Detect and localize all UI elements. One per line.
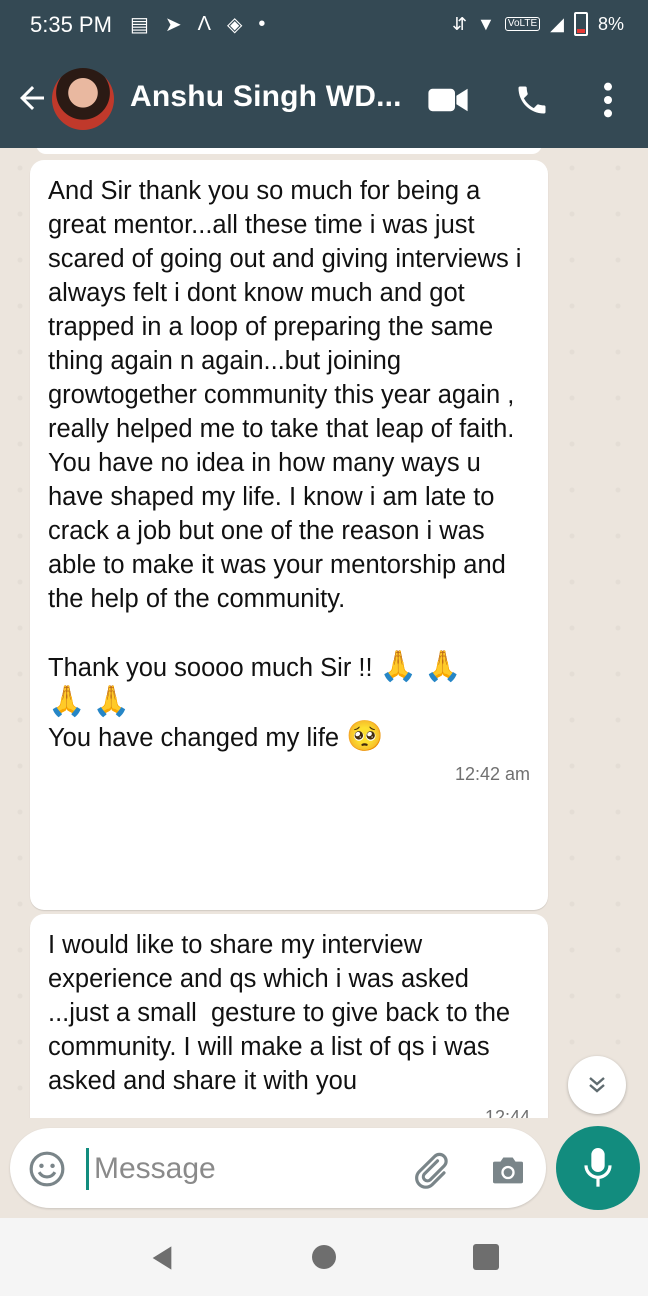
battery-icon: [573, 12, 588, 36]
more-options-icon[interactable]: [596, 80, 620, 120]
battery-percent: 8%: [597, 13, 624, 34]
signal-icon: ◢: [550, 13, 564, 34]
voice-record-button[interactable]: [556, 1126, 640, 1210]
vibrate-icon: ⇵: [451, 13, 468, 34]
wifi-icon: ▼: [477, 13, 495, 34]
paperclip-icon[interactable]: [410, 1150, 450, 1190]
message-text: I would like to share my interview exper…: [48, 931, 518, 1095]
nav-back-icon[interactable]: [148, 1244, 176, 1272]
previous-message-edge: [36, 148, 542, 154]
app-cloud-icon: ◈: [227, 14, 243, 36]
message-line: 🙏 🙏: [48, 685, 530, 720]
folded-hands-emoji-icon: 🙏: [92, 685, 130, 718]
contact-name[interactable]: Anshu Singh WD...: [130, 80, 402, 114]
back-arrow-icon[interactable]: [14, 80, 50, 116]
folded-hands-emoji-icon: 🙏: [424, 650, 462, 683]
more-notifications-icon: •: [258, 13, 266, 35]
message-line: Thank you soooo much Sir !! 🙏 🙏: [48, 650, 530, 685]
message-text-line: You have changed my life: [48, 724, 340, 752]
video-call-icon[interactable]: [428, 86, 468, 114]
message-input[interactable]: Message: [10, 1128, 546, 1208]
nav-recents-icon[interactable]: [473, 1244, 499, 1270]
app-a-icon: Ʌ: [197, 13, 212, 35]
volte-icon: VoLTE: [504, 17, 541, 31]
camera-icon[interactable]: [488, 1150, 528, 1190]
message-text-line: Thank you soooo much Sir !!: [48, 654, 373, 682]
system-icons: ⇵ ▼ VoLTE ◢ 8%: [452, 12, 624, 36]
message-bubble[interactable]: I would like to share my interview exper…: [30, 914, 548, 1118]
text-cursor: [86, 1148, 89, 1190]
notification-icons: ▤ ➤ Ʌ ◈ •: [130, 12, 265, 37]
scroll-to-bottom-button[interactable]: [568, 1056, 626, 1114]
double-chevron-down-icon: [589, 1077, 605, 1093]
status-bar: 5:35 PM ▤ ➤ Ʌ ◈ • ⇵ ▼ VoLTE ◢ 8%: [0, 0, 648, 50]
phone-call-icon[interactable]: [514, 82, 550, 118]
telegram-icon: ➤: [164, 14, 182, 36]
message-list[interactable]: And Sir thank you so much for being a gr…: [0, 148, 648, 1118]
emoji-icon[interactable]: [28, 1150, 66, 1188]
status-time: 5:35 PM: [30, 12, 112, 37]
message-timestamp: 12:42 am: [454, 764, 530, 784]
news-icon: ▤: [130, 14, 149, 36]
pleading-face-emoji-icon: 🥺: [346, 720, 384, 753]
composer-bar: Message: [0, 1118, 648, 1218]
chat-header: Anshu Singh WD...: [0, 50, 648, 148]
folded-hands-emoji-icon: 🙏: [379, 650, 418, 683]
system-nav-bar: [0, 1218, 648, 1296]
nav-home-icon[interactable]: [312, 1245, 336, 1269]
message-timestamp: 12:44: [484, 1107, 530, 1118]
microphone-icon: [584, 1148, 612, 1187]
message-text: And Sir thank you so much for being a gr…: [48, 177, 529, 613]
folded-hands-emoji-icon: 🙏: [48, 685, 86, 718]
message-placeholder: Message: [94, 1152, 216, 1185]
message-bubble[interactable]: And Sir thank you so much for being a gr…: [30, 160, 548, 910]
message-line: You have changed my life 🥺: [48, 720, 530, 755]
contact-avatar[interactable]: [52, 68, 114, 130]
